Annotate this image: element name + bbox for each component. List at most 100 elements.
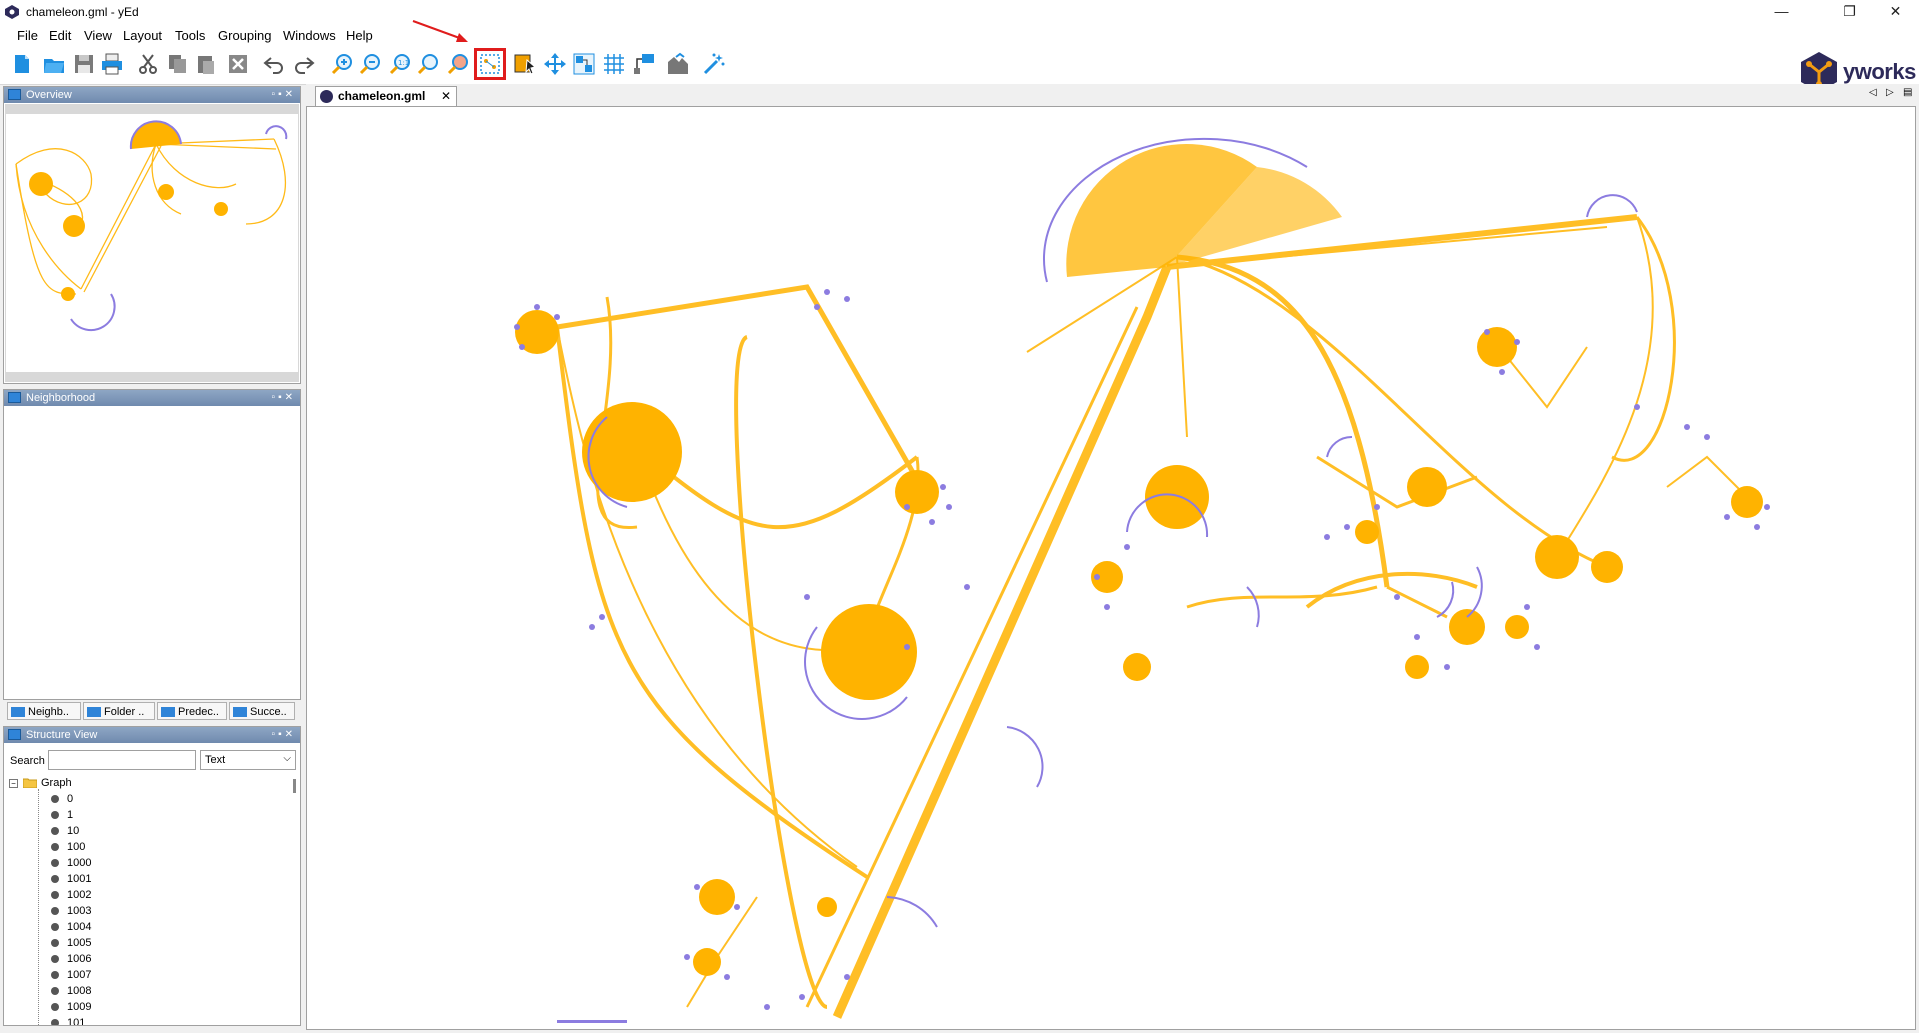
node-icon xyxy=(51,987,59,995)
navigate-icon[interactable] xyxy=(543,52,567,76)
zoom-selection-icon[interactable] xyxy=(446,52,470,76)
structure-panel-icon xyxy=(8,729,21,740)
zoom-out-icon[interactable] xyxy=(358,52,382,76)
orthogonal-edges-icon[interactable] xyxy=(632,52,656,76)
overview-graph-thumbnail xyxy=(6,114,298,372)
panel-controls-icon[interactable]: ▫▪✕ xyxy=(272,390,296,406)
zoom-100-icon[interactable]: 1:1 xyxy=(388,52,412,76)
tab-successors[interactable]: Succe.. xyxy=(229,702,295,720)
node-icon xyxy=(51,875,59,883)
predecessors-tab-icon xyxy=(161,707,175,717)
tree-node-label: 1000 xyxy=(67,857,92,869)
node-icon xyxy=(51,1019,59,1025)
structure-tree[interactable]: − Graph 0 1 10 100 1000 1001 1002 1003 1… xyxy=(5,775,290,1025)
delete-icon[interactable] xyxy=(226,52,250,76)
menu-file[interactable]: File xyxy=(17,28,38,43)
paste-icon[interactable] xyxy=(194,52,218,76)
tree-node-label: 1009 xyxy=(67,1001,92,1013)
tree-node-label: 1003 xyxy=(67,905,92,917)
tree-node-label: 101 xyxy=(67,1017,86,1025)
structure-search-input[interactable] xyxy=(48,750,196,770)
node-icon xyxy=(51,907,59,915)
redo-icon[interactable] xyxy=(292,52,316,76)
zoom-area-icon[interactable] xyxy=(416,52,440,76)
search-mode-select[interactable]: Text ⌵ xyxy=(200,750,296,770)
yed-app-icon xyxy=(5,5,19,19)
tab-label: Predec.. xyxy=(178,706,219,718)
structure-view-title: Structure View xyxy=(26,729,98,741)
neighborhood-panel: Neighborhood ▫▪✕ xyxy=(3,389,301,700)
tab-list-icon[interactable]: ▤ xyxy=(1903,87,1912,98)
search-label: Search xyxy=(10,755,45,767)
tree-node-label: 1004 xyxy=(67,921,92,933)
tab-neighborhood[interactable]: Neighb.. xyxy=(7,702,81,720)
overview-header: Overview ▫▪✕ xyxy=(4,87,300,103)
panel-controls-icon[interactable]: ▫▪✕ xyxy=(272,727,296,743)
open-icon[interactable] xyxy=(42,52,66,76)
neighborhood-panel-icon xyxy=(8,392,21,403)
overview-panel-icon xyxy=(8,89,21,100)
menu-view[interactable]: View xyxy=(84,28,112,43)
node-icon xyxy=(51,1003,59,1011)
tab-folder[interactable]: Folder .. xyxy=(83,702,155,720)
node-icon xyxy=(51,923,59,931)
menu-bar: File Edit View Layout Tools Grouping Win… xyxy=(0,24,1919,46)
minimize-button[interactable]: — xyxy=(1759,0,1804,24)
neighborhood-tab-icon xyxy=(11,707,25,717)
folder-tab-icon xyxy=(87,707,101,717)
restore-button[interactable]: ❐ xyxy=(1827,0,1872,24)
tab-predecessors[interactable]: Predec.. xyxy=(157,702,227,720)
fit-content-icon[interactable] xyxy=(478,52,502,76)
undo-icon[interactable] xyxy=(262,52,286,76)
magic-icon[interactable] xyxy=(702,52,726,76)
tree-node-label: 1001 xyxy=(67,873,92,885)
neighborhood-title: Neighborhood xyxy=(26,392,96,404)
tab-scroll-right-icon[interactable]: ▷ xyxy=(1886,87,1894,98)
graph-file-icon xyxy=(320,90,333,103)
yworks-wordmark: yworks xyxy=(1843,59,1916,84)
node-icon xyxy=(51,971,59,979)
node-icon xyxy=(51,795,59,803)
side-tabs-row: Neighb.. Folder .. Predec.. Succe.. xyxy=(3,700,301,722)
panel-controls-icon[interactable]: ▫▪✕ xyxy=(272,87,296,103)
document-tab[interactable]: chameleon.gml ✕ xyxy=(315,86,457,106)
grid-icon[interactable] xyxy=(602,52,626,76)
cut-icon[interactable] xyxy=(136,52,160,76)
node-icon xyxy=(51,955,59,963)
tree-scrollbar[interactable] xyxy=(293,779,296,793)
tab-scroll-left-icon[interactable]: ◁ xyxy=(1869,87,1877,98)
resize-icon[interactable] xyxy=(572,52,596,76)
menu-grouping[interactable]: Grouping xyxy=(218,28,271,43)
document-tab-label: chameleon.gml xyxy=(338,89,426,103)
node-icon xyxy=(51,891,59,899)
chevron-down-icon: ⌵ xyxy=(283,753,291,764)
menu-help[interactable]: Help xyxy=(346,28,373,43)
annotation-arrow xyxy=(412,20,468,42)
graph-canvas[interactable] xyxy=(306,106,1916,1030)
zoom-in-icon[interactable] xyxy=(330,52,354,76)
tree-node-label: 0 xyxy=(67,793,74,805)
canvas-scroll-marker xyxy=(557,1020,627,1023)
overview-panel: Overview ▫▪✕ xyxy=(3,86,301,384)
menu-edit[interactable]: Edit xyxy=(49,28,71,43)
tree-node-label: 1006 xyxy=(67,953,92,965)
new-document-icon[interactable] xyxy=(10,52,34,76)
menu-layout[interactable]: Layout xyxy=(123,28,162,43)
tree-node-label: 100 xyxy=(67,841,86,853)
window-title: chameleon.gml - yEd xyxy=(26,5,139,19)
close-button[interactable]: ✕ xyxy=(1873,0,1918,24)
structure-view-panel: Structure View ▫▪✕ Search Text ⌵ − Graph… xyxy=(3,726,301,1026)
tree-node-label: 10 xyxy=(67,825,80,837)
node-icon xyxy=(51,811,59,819)
tab-label: Folder .. xyxy=(104,706,145,718)
overview-canvas[interactable] xyxy=(5,104,299,382)
edit-mode-icon[interactable] xyxy=(513,52,537,76)
print-icon[interactable] xyxy=(100,52,124,76)
menu-tools[interactable]: Tools xyxy=(175,28,205,43)
close-icon[interactable]: ✕ xyxy=(441,87,451,105)
save-icon[interactable] xyxy=(72,52,96,76)
snapping-icon[interactable] xyxy=(666,52,690,76)
collapse-icon[interactable]: − xyxy=(9,779,18,788)
copy-icon[interactable] xyxy=(166,52,190,76)
menu-windows[interactable]: Windows xyxy=(283,28,336,43)
